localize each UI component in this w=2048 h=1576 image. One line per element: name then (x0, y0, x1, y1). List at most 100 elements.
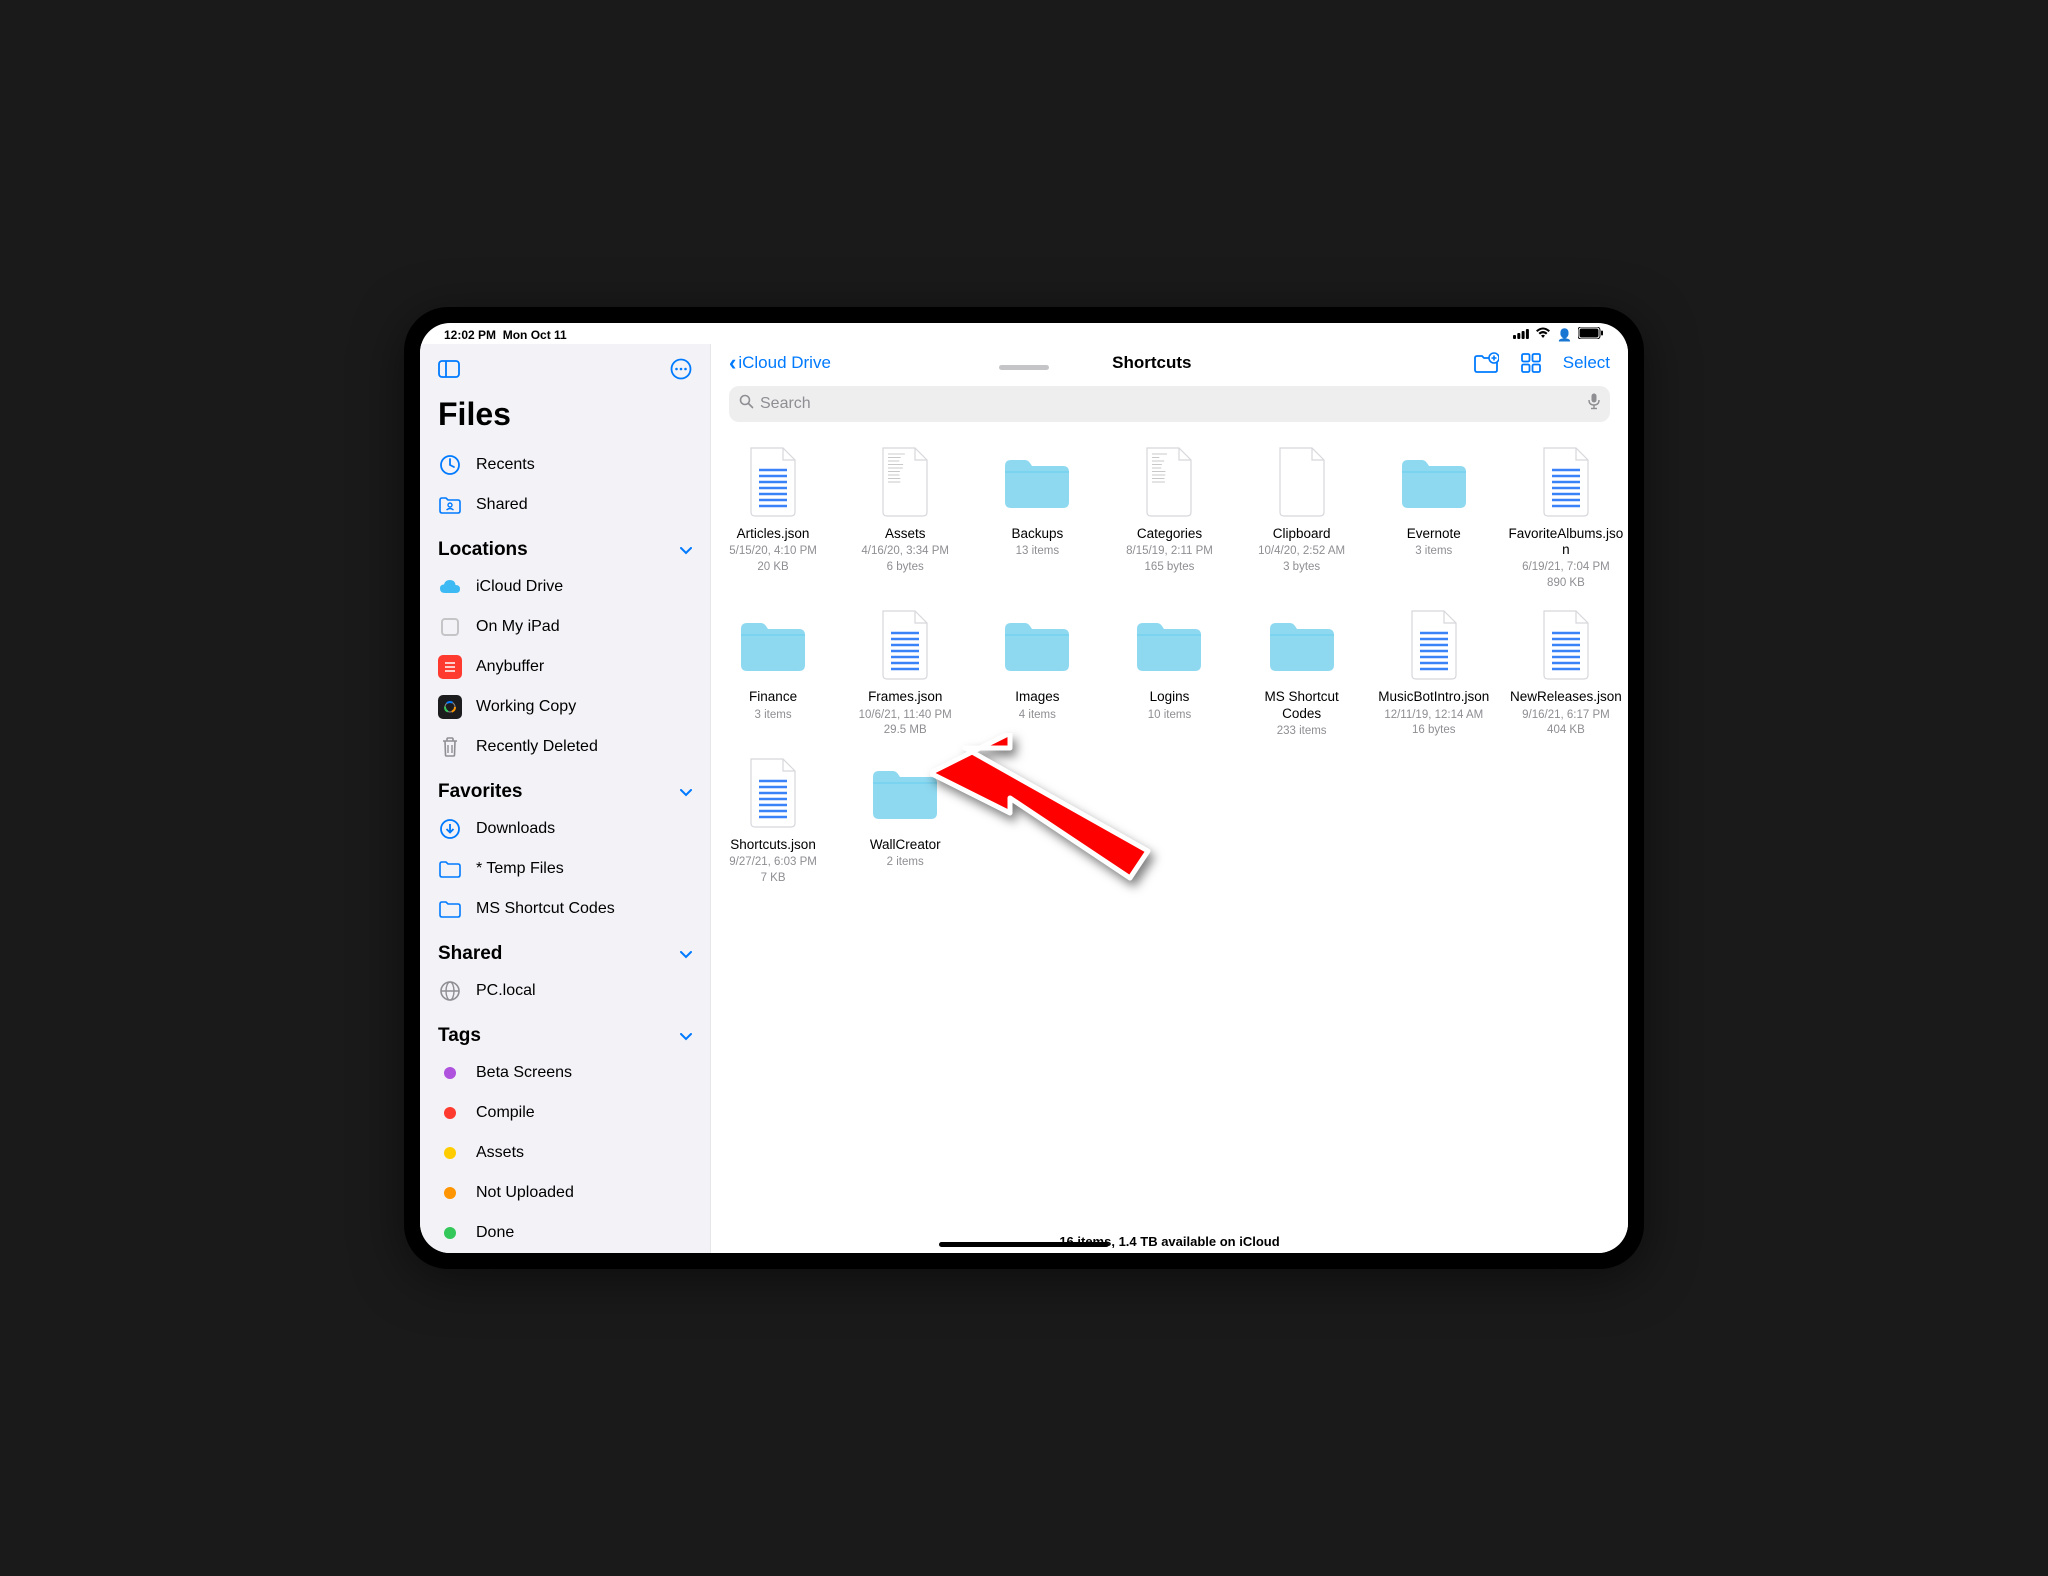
file-meta: 3 items (1415, 544, 1452, 560)
sidebar-section-favorites[interactable]: Favorites (420, 767, 710, 809)
file-name: Logins (1150, 689, 1190, 705)
status-bar: 12:02 PM Mon Oct 11 👤 (420, 323, 1628, 344)
sidebar-toggle-button[interactable] (438, 360, 460, 384)
file-name: WallCreator (870, 837, 941, 853)
file-item[interactable]: WallCreator2 items (847, 757, 963, 886)
file-icon (1133, 446, 1205, 518)
file-icon (737, 757, 809, 829)
sidebar-item-downloads[interactable]: Downloads (420, 809, 710, 849)
device-frame: 12:02 PM Mon Oct 11 👤 Files RecentsShare… (404, 307, 1644, 1269)
more-options-button[interactable] (670, 358, 692, 386)
tag-icon (438, 1141, 462, 1165)
search-input[interactable] (760, 395, 1582, 413)
trash-icon (438, 735, 462, 759)
file-icon (737, 446, 809, 518)
main-content: ‹ iCloud Drive Shortcuts Select Articles… (710, 344, 1628, 1253)
sidebar-item-label: Not Uploaded (476, 1184, 574, 1202)
file-icon (1530, 609, 1602, 681)
folder-icon (438, 857, 462, 881)
file-item[interactable]: Shortcuts.json9/27/21, 6:03 PM7 KB (715, 757, 831, 886)
clock-icon (438, 453, 462, 477)
sidebar-item-anybuffer[interactable]: Anybuffer (420, 647, 710, 687)
person-icon: 👤 (1557, 328, 1572, 342)
signal-icon (1513, 328, 1529, 342)
mic-icon[interactable] (1588, 393, 1600, 415)
sidebar-section-locations[interactable]: Locations (420, 525, 710, 567)
app-red-icon (438, 655, 462, 679)
sidebar-item-label: Recents (476, 456, 535, 474)
sidebar-item-working-copy[interactable]: Working Copy (420, 687, 710, 727)
sidebar-item-not-uploaded[interactable]: Not Uploaded (420, 1173, 710, 1213)
file-item[interactable]: Finance3 items (715, 609, 831, 739)
chevron-down-icon (680, 542, 692, 558)
search-icon (739, 394, 754, 414)
file-name: Evernote (1407, 526, 1461, 542)
file-item[interactable]: NewReleases.json9/16/21, 6:17 PM404 KB (1508, 609, 1624, 739)
file-name: FavoriteAlbums.json (1508, 526, 1624, 558)
folder-icon (1266, 609, 1338, 681)
sidebar-item-pc-local[interactable]: PC.local (420, 971, 710, 1011)
sidebar-item-label: Shared (476, 496, 528, 514)
view-mode-button[interactable] (1521, 353, 1541, 373)
app-dark-icon (438, 695, 462, 719)
tag-icon (438, 1181, 462, 1205)
folder-person-icon (438, 493, 462, 517)
section-title: Locations (438, 539, 528, 561)
file-name: Backups (1011, 526, 1063, 542)
sidebar-item-assets[interactable]: Assets (420, 1133, 710, 1173)
sidebar-item-label: Working Copy (476, 698, 576, 716)
sidebar-item-recently-deleted[interactable]: Recently Deleted (420, 727, 710, 767)
file-grid: Articles.json5/15/20, 4:10 PM20 KBAssets… (711, 432, 1628, 1224)
sidebar-item-done[interactable]: Done (420, 1213, 710, 1253)
file-item[interactable]: Articles.json5/15/20, 4:10 PM20 KB (715, 446, 831, 591)
select-button[interactable]: Select (1563, 353, 1610, 373)
sidebar-item-label: Anybuffer (476, 658, 544, 676)
icloud-icon (438, 575, 462, 599)
file-item[interactable]: Images4 items (979, 609, 1095, 739)
file-icon (869, 609, 941, 681)
section-title: Tags (438, 1025, 481, 1047)
home-indicator[interactable] (939, 1242, 1109, 1247)
file-item[interactable]: Backups13 items (979, 446, 1095, 591)
sidebar-item--temp-files[interactable]: * Temp Files (420, 849, 710, 889)
tag-icon (438, 1101, 462, 1125)
file-item[interactable]: MusicBotIntro.json12/11/19, 12:14 AM16 b… (1376, 609, 1492, 739)
sidebar-item-label: Compile (476, 1104, 535, 1122)
file-meta: 4 items (1019, 708, 1056, 724)
file-item[interactable]: Frames.json10/6/21, 11:40 PM29.5 MB (847, 609, 963, 739)
sidebar-item-shared[interactable]: Shared (420, 485, 710, 525)
file-meta: 5/15/20, 4:10 PM20 KB (729, 544, 817, 575)
new-folder-button[interactable] (1473, 352, 1499, 374)
section-title: Favorites (438, 781, 522, 803)
folder-icon (737, 609, 809, 681)
back-button[interactable]: ‹ iCloud Drive (729, 350, 831, 376)
file-name: Categories (1137, 526, 1202, 542)
globe-icon (438, 979, 462, 1003)
sidebar-item-compile[interactable]: Compile (420, 1093, 710, 1133)
file-item[interactable]: FavoriteAlbums.json6/19/21, 7:04 PM890 K… (1508, 446, 1624, 591)
file-meta: 10/4/20, 2:52 AM3 bytes (1258, 544, 1345, 575)
file-item[interactable]: Logins10 items (1111, 609, 1227, 739)
folder-icon (1001, 446, 1073, 518)
file-item[interactable]: Clipboard10/4/20, 2:52 AM3 bytes (1244, 446, 1360, 591)
sidebar-section-tags[interactable]: Tags (420, 1011, 710, 1053)
sidebar-item-icloud-drive[interactable]: iCloud Drive (420, 567, 710, 607)
file-meta: 8/15/19, 2:11 PM165 bytes (1126, 544, 1213, 575)
search-field[interactable] (729, 386, 1610, 422)
file-name: MusicBotIntro.json (1378, 689, 1489, 705)
sidebar-section-shared[interactable]: Shared (420, 929, 710, 971)
file-name: MS Shortcut Codes (1244, 689, 1360, 721)
sidebar-item-on-my-ipad[interactable]: On My iPad (420, 607, 710, 647)
file-item[interactable]: Assets4/16/20, 3:34 PM6 bytes (847, 446, 963, 591)
file-name: Shortcuts.json (730, 837, 816, 853)
file-meta: 6/19/21, 7:04 PM890 KB (1522, 560, 1610, 591)
sidebar-item-recents[interactable]: Recents (420, 445, 710, 485)
file-item[interactable]: MS Shortcut Codes233 items (1244, 609, 1360, 739)
sidebar-item-ms-shortcut-codes[interactable]: MS Shortcut Codes (420, 889, 710, 929)
file-item[interactable]: Categories 8/15/19, 2:11 PM165 bytes (1111, 446, 1227, 591)
sidebar-item-label: Recently Deleted (476, 738, 598, 756)
file-item[interactable]: Evernote 3 items (1376, 446, 1492, 591)
sidebar-item-label: Done (476, 1224, 514, 1242)
sidebar-item-beta-screens[interactable]: Beta Screens (420, 1053, 710, 1093)
multitask-pill[interactable] (999, 365, 1049, 370)
